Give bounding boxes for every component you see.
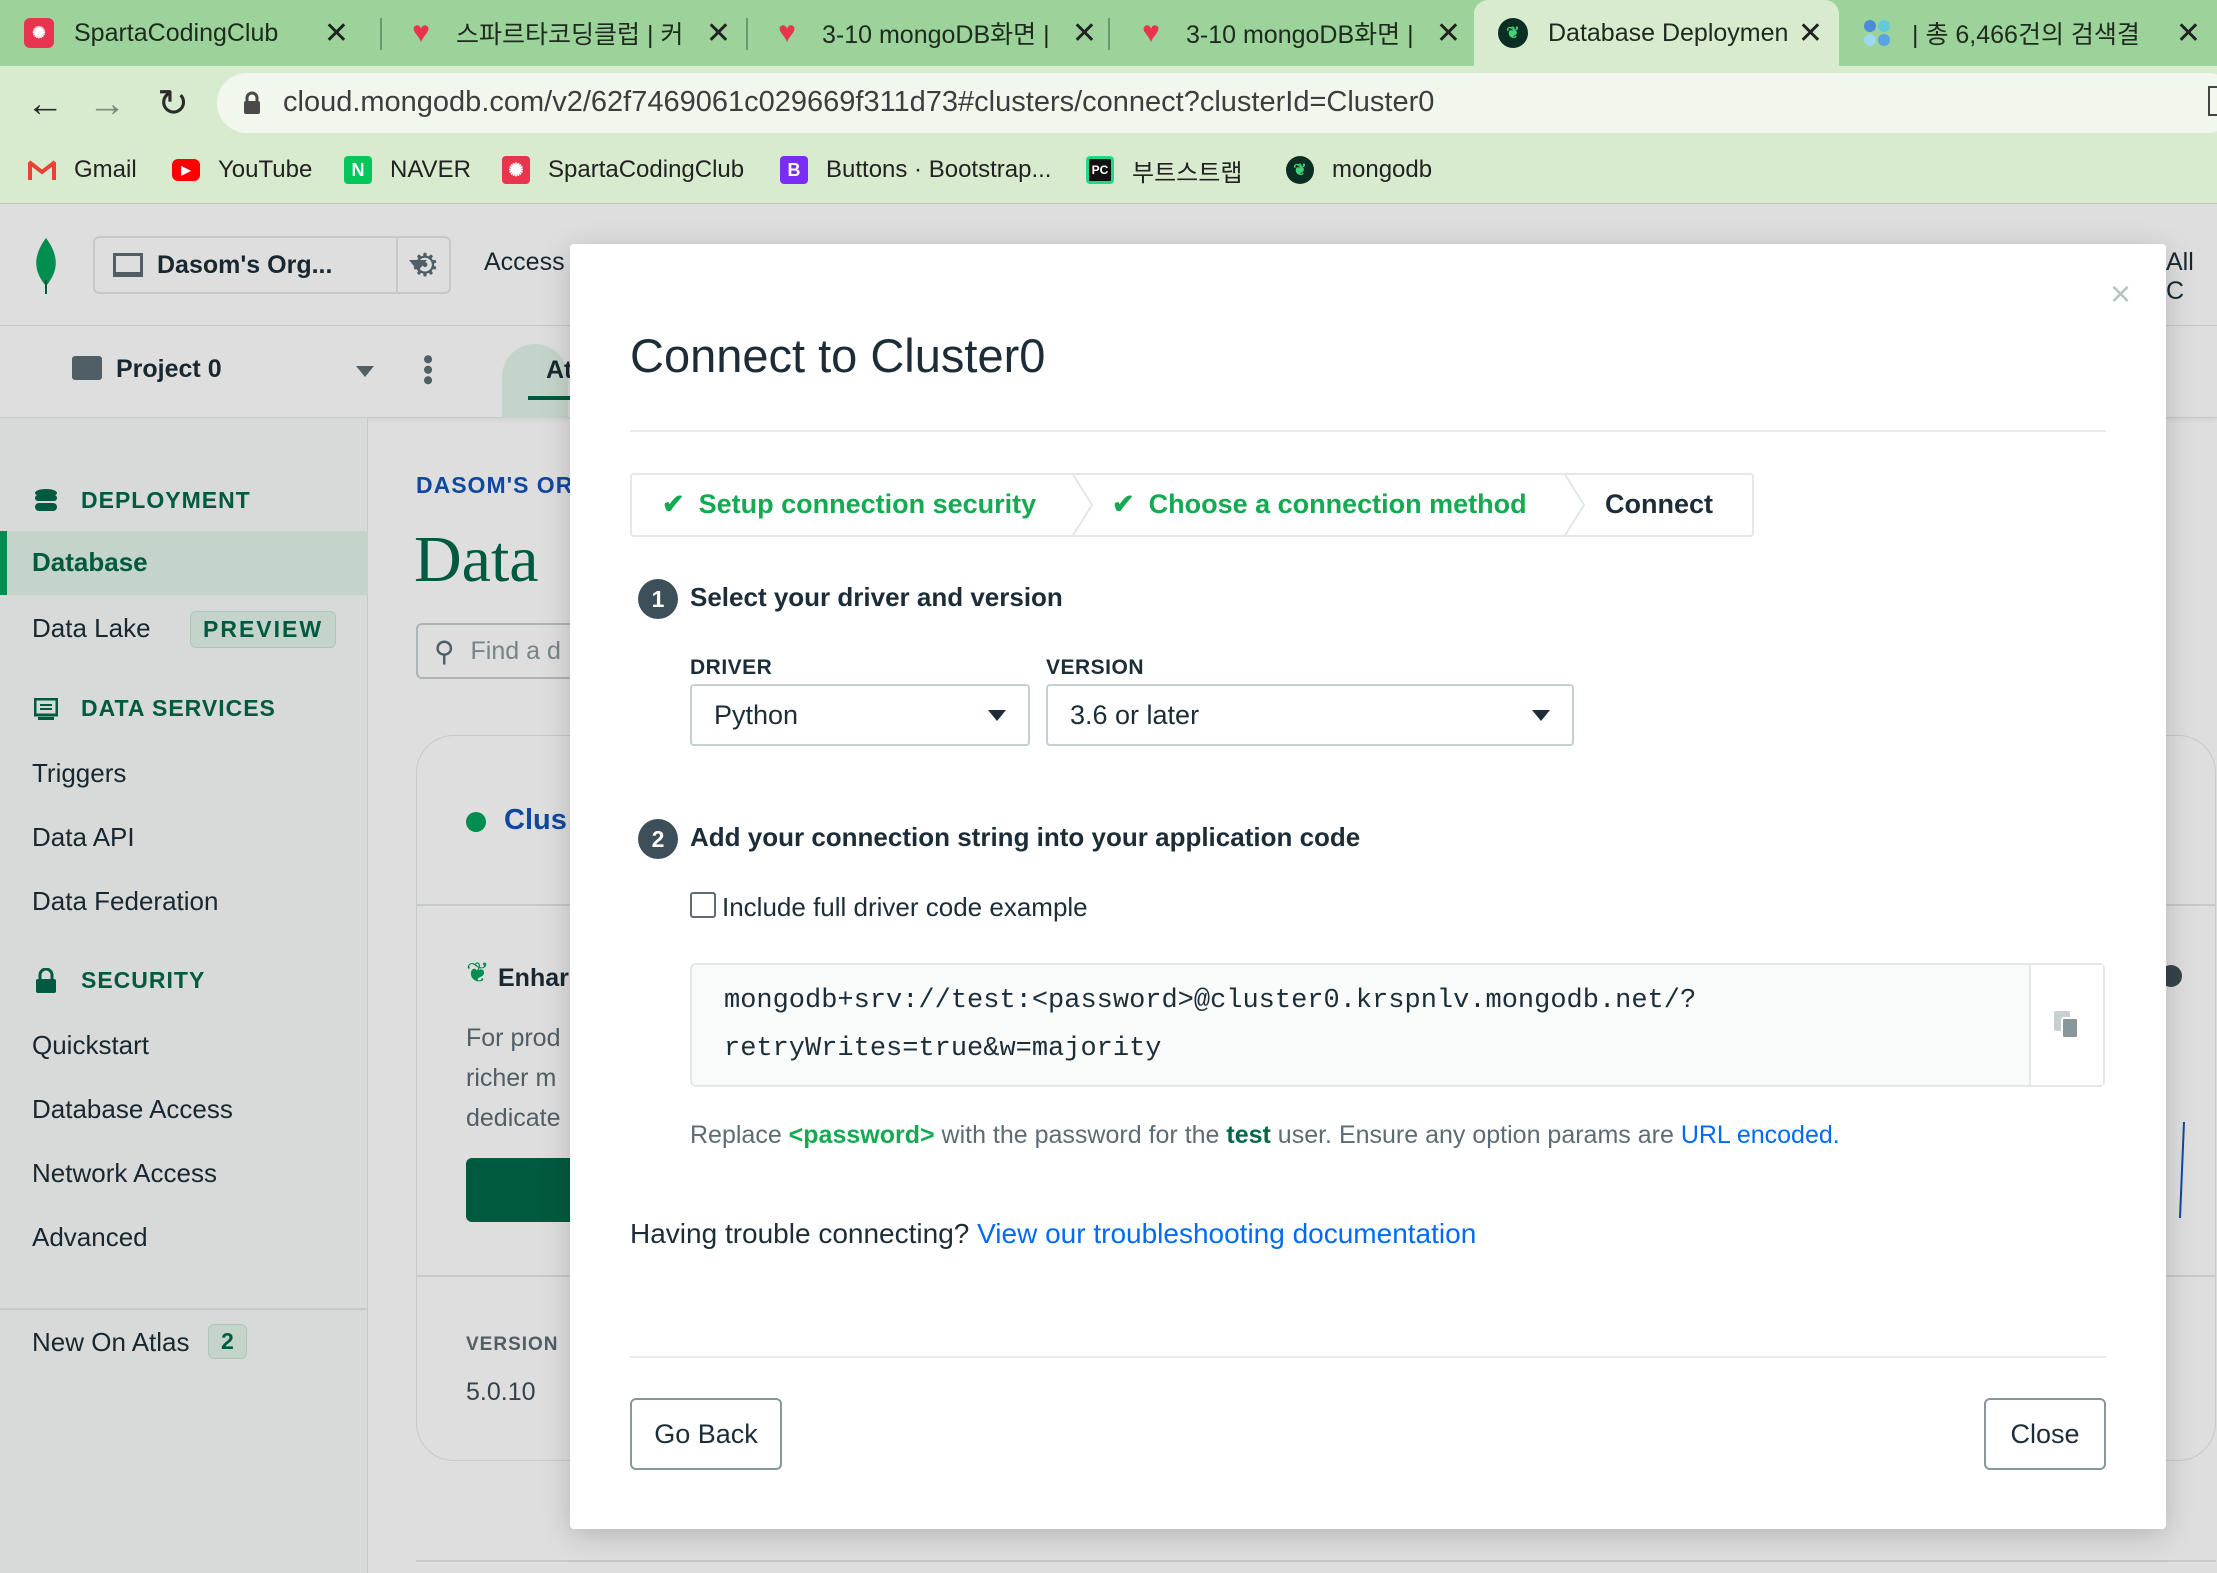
- hint-text: Replace: [690, 1121, 789, 1149]
- mongodb-leaf-icon: ❦: [1286, 156, 1314, 184]
- reload-icon[interactable]: ↻: [148, 80, 198, 128]
- connection-string-line[interactable]: mongodb+srv://test:<password>@cluster0.k…: [724, 986, 1696, 1016]
- sidepanel-icon[interactable]: [2208, 86, 2217, 116]
- youtube-icon: ▶: [172, 159, 200, 181]
- step-label: Setup connection security: [698, 489, 1037, 519]
- bookmark-bootstrap[interactable]: B Buttons · Bootstrap...: [780, 150, 1051, 190]
- hint-text: with the password for the: [934, 1121, 1227, 1149]
- tab-title: | 총 6,466건의 검색결: [1912, 21, 2140, 49]
- pycharm-icon: PC: [1086, 156, 1114, 184]
- step-label: Choose a connection method: [1148, 489, 1527, 519]
- connection-string-line[interactable]: retryWrites=true&w=majority: [724, 1034, 1161, 1064]
- gmail-icon: [28, 156, 56, 184]
- browser-tab-active[interactable]: ❦ Database Deploymen ✕: [1474, 0, 1839, 66]
- step-chevron-icon: [1071, 473, 1094, 537]
- go-back-button[interactable]: Go Back: [630, 1398, 782, 1470]
- checkbox-label[interactable]: Include full driver code example: [722, 892, 1088, 923]
- hint-text: user. Ensure any option params are: [1270, 1121, 1681, 1149]
- version-select[interactable]: 3.6 or later: [1046, 684, 1574, 746]
- driver-select[interactable]: Python: [690, 684, 1030, 746]
- naver-icon: N: [344, 156, 372, 184]
- back-icon[interactable]: ←: [20, 80, 70, 128]
- bookmark-mongodb[interactable]: ❦ mongodb: [1286, 150, 1432, 190]
- trouble-text: Having trouble connecting?: [630, 1218, 970, 1249]
- driver-label: DRIVER: [690, 656, 773, 679]
- sparta-heart-icon: ♥: [778, 16, 796, 49]
- tab-close-icon[interactable]: ✕: [2176, 16, 2201, 51]
- browser-tab[interactable]: ♥ 3-10 mongoDB화면 | ✕: [1112, 0, 1477, 66]
- tab-title: 3-10 mongoDB화면 |: [822, 21, 1050, 49]
- tab-close-icon[interactable]: ✕: [1798, 16, 1823, 51]
- footer-divider: [630, 1356, 2106, 1358]
- connection-string-box: [690, 963, 2105, 1087]
- step-label: Connect: [1605, 489, 1713, 519]
- driver-value: Python: [714, 699, 799, 730]
- sparta-icon: ✺: [502, 156, 530, 184]
- trouble-row: Having trouble connecting? View our trou…: [630, 1218, 1476, 1250]
- check-icon: ✔: [1112, 489, 1135, 519]
- tab-title: SpartaCodingClub: [74, 18, 279, 47]
- bookmark-label: Buttons · Bootstrap...: [826, 156, 1052, 183]
- browser-tab[interactable]: ✺ SpartaCodingClub ✕: [0, 0, 365, 66]
- bookmark-label: NAVER: [390, 156, 471, 183]
- version-label: VERSION: [1046, 656, 1145, 679]
- tab-separator: [1108, 18, 1110, 50]
- step-connect[interactable]: Connect: [1605, 489, 1713, 520]
- hint-password: <password>: [788, 1121, 935, 1149]
- bookmark-label: SpartaCodingClub: [548, 156, 745, 183]
- forward-icon[interactable]: →: [82, 80, 132, 128]
- step-chevron-icon: [1563, 473, 1586, 537]
- tab-close-icon[interactable]: ✕: [706, 16, 731, 51]
- bookmark-label: 부트스트랩: [1132, 159, 1243, 187]
- bootstrap-icon: B: [780, 156, 808, 184]
- url-encoded-link[interactable]: URL encoded: [1681, 1121, 1833, 1149]
- modal-title: Connect to Cluster0: [630, 329, 1046, 382]
- section-title: Select your driver and version: [690, 582, 1063, 612]
- section-title: Add your connection string into your app…: [690, 822, 1361, 852]
- sparta-heart-icon: ♥: [1142, 16, 1160, 49]
- driver-code-checkbox[interactable]: [690, 892, 716, 918]
- lock-icon[interactable]: [242, 91, 262, 115]
- dots-icon: [1862, 18, 1892, 48]
- bookmark-label: Gmail: [74, 156, 137, 183]
- hint-text: .: [1832, 1121, 1840, 1149]
- tab-close-icon[interactable]: ✕: [324, 16, 349, 51]
- address-url[interactable]: cloud.mongodb.com/v2/62f7469061c029669f3…: [283, 86, 1434, 119]
- caret-down-icon: [1532, 709, 1550, 721]
- sparta-heart-icon: ♥: [412, 16, 430, 49]
- step-number-badge: 1: [638, 579, 678, 619]
- title-divider: [630, 430, 2106, 432]
- tab-title: 스파르타코딩클럽 | 커: [456, 21, 684, 49]
- step-number-badge: 2: [638, 819, 678, 859]
- bookmark-gmail[interactable]: Gmail: [28, 150, 137, 190]
- check-icon: ✔: [662, 489, 685, 519]
- browser-tab[interactable]: ♥ 스파르타코딩클럽 | 커 ✕: [382, 0, 747, 66]
- troubleshooting-link[interactable]: View our troubleshooting documentation: [977, 1218, 1476, 1249]
- step-choose-method[interactable]: ✔ Choose a connection method: [1112, 489, 1527, 520]
- version-value: 3.6 or later: [1070, 699, 1200, 730]
- bookmark-naver[interactable]: N NAVER: [344, 150, 471, 190]
- connect-modal: [570, 244, 2166, 1529]
- bookmark-youtube[interactable]: ▶ YouTube: [172, 150, 312, 190]
- tab-title: 3-10 mongoDB화면 |: [1186, 21, 1414, 49]
- bookmark-bootstrap-kr[interactable]: PC 부트스트랩: [1086, 150, 1242, 190]
- close-button[interactable]: Close: [1984, 1398, 2106, 1470]
- mongodb-leaf-icon: ❦: [1498, 18, 1528, 48]
- copy-icon: [2054, 1011, 2079, 1039]
- hint-user: test: [1226, 1121, 1271, 1149]
- browser-tab[interactable]: | 총 6,466건의 검색결 ✕: [1838, 0, 2217, 66]
- tab-title: Database Deploymen: [1548, 18, 1788, 47]
- close-icon[interactable]: ×: [2110, 276, 2131, 312]
- caret-down-icon: [988, 709, 1006, 721]
- bookmark-label: mongodb: [1332, 156, 1433, 183]
- bookmark-label: YouTube: [218, 156, 313, 183]
- step-setup-security[interactable]: ✔ Setup connection security: [662, 489, 1036, 520]
- password-hint: Replace <password> with the password for…: [690, 1121, 1840, 1150]
- browser-tab[interactable]: ♥ 3-10 mongoDB화면 | ✕: [748, 0, 1113, 66]
- tab-close-icon[interactable]: ✕: [1436, 16, 1461, 51]
- bookmark-sparta[interactable]: ✺ SpartaCodingClub: [502, 150, 744, 190]
- sparta-icon: ✺: [24, 18, 54, 48]
- copy-button[interactable]: [2029, 965, 2103, 1085]
- tab-close-icon[interactable]: ✕: [1072, 16, 1097, 51]
